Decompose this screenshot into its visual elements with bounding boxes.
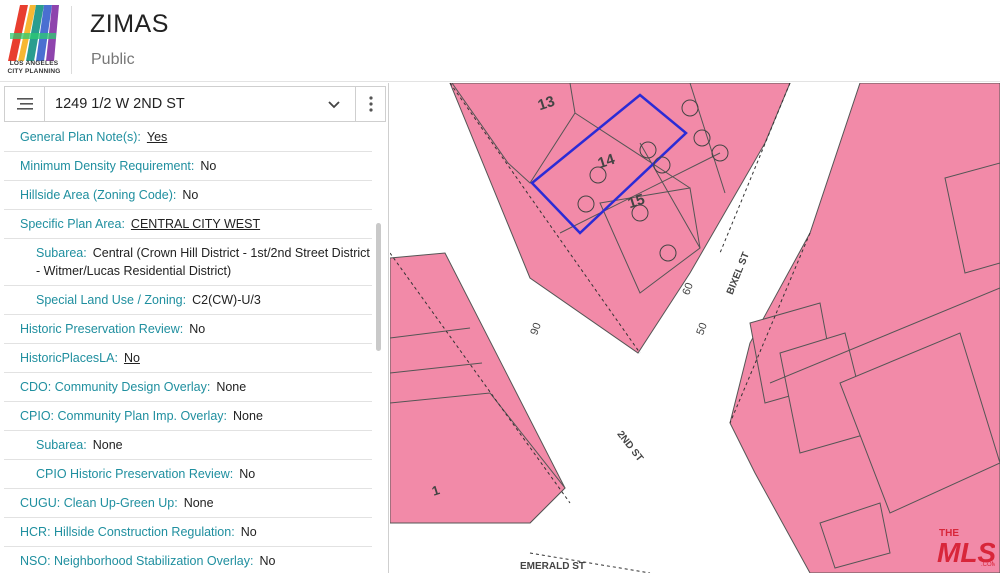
detail-value: None [183,496,214,510]
detail-value: No [240,525,257,539]
detail-label: Historic Preservation Review: [20,322,184,336]
detail-value: No [200,159,217,173]
details-list: General Plan Note(s): Yes Minimum Density … [4,123,372,573]
detail-row: CUGU: Clean Up-Green Up: None [4,489,372,518]
detail-row: Subarea: None [4,431,372,460]
detail-label: HistoricPlacesLA: [20,351,118,365]
detail-row: Minimum Density Requirement: No [4,152,372,181]
detail-label: HCR: Hillside Construction Regulation: [20,525,235,539]
detail-label: Minimum Density Requirement: [20,159,195,173]
la-logo-icon [6,3,60,61]
hamburger-icon [16,98,33,110]
detail-row: NSO: Neighborhood Stabilization Overlay:… [4,547,372,573]
detail-label: Subarea: [36,246,87,260]
detail-value: None [92,438,123,452]
app-header: LOS ANGELES CITY PLANNING ZIMAS Public [0,0,1000,82]
detail-row: HistoricPlacesLA: No [4,344,372,373]
menu-button[interactable] [5,87,45,121]
detail-label: Specific Plan Area: [20,217,125,231]
detail-row: Subarea: Central (Crown Hill District - 1… [4,239,372,286]
detail-value-link[interactable]: No [124,351,140,365]
detail-row: HCR: Hillside Construction Regulation: No [4,518,372,547]
panel-scrollbar[interactable] [376,223,381,351]
detail-row: Special Land Use / Zoning: C2(CW)-U/3 [4,286,372,315]
parcel-details-panel: 1249 1/2 W 2ND ST General Plan Note(s): Y… [0,83,389,573]
parcel-map[interactable]: 14 13 15 1 90 50 60 BIXEL ST 2ND ST EMER… [390,83,1000,573]
detail-row: Historic Preservation Review: No [4,315,372,344]
detail-value: C2(CW)-U/3 [192,293,261,307]
street-label-emerald: EMERALD ST [520,561,585,572]
address-value[interactable]: 1249 1/2 W 2ND ST [55,96,185,112]
detail-label: Subarea: [36,438,87,452]
header-divider [71,6,72,74]
detail-value: None [216,380,247,394]
detail-label: CDO: Community Design Overlay: [20,380,211,394]
detail-value: No [189,322,206,336]
detail-row: Hillside Area (Zoning Code): No [4,181,372,210]
chevron-down-icon[interactable] [325,95,343,113]
app-subtitle: Public [91,51,135,68]
mls-watermark-icon: THE MLS .COM [937,528,995,568]
more-options-button[interactable] [355,87,386,121]
city-planning-logo[interactable]: LOS ANGELES CITY PLANNING [4,3,62,77]
detail-row: CPIO Historic Preservation Review: No [4,460,372,489]
detail-value: No [182,188,199,202]
address-search-bar[interactable]: 1249 1/2 W 2ND ST [4,86,386,122]
detail-row: General Plan Note(s): Yes [4,123,372,152]
svg-text:.COM: .COM [981,562,995,568]
detail-label: Special Land Use / Zoning: [36,293,187,307]
detail-value: No [259,554,276,568]
detail-row: CPIO: Community Plan Imp. Overlay: None [4,402,372,431]
detail-label: CPIO: Community Plan Imp. Overlay: [20,409,228,423]
app-title: ZIMAS [90,10,169,38]
detail-label: CUGU: Clean Up-Green Up: [20,496,178,510]
detail-row: Specific Plan Area: CENTRAL CITY WEST [4,210,372,239]
detail-value-link[interactable]: CENTRAL CITY WEST [131,217,260,231]
detail-value: None [233,409,263,423]
detail-value: No [239,467,256,481]
detail-label: NSO: Neighborhood Stabilization Overlay: [20,554,254,568]
detail-label: General Plan Note(s): [20,130,141,144]
more-vertical-icon [369,96,373,112]
detail-label: CPIO Historic Preservation Review: [36,467,234,481]
detail-value-link[interactable]: Yes [147,130,167,144]
detail-label: Hillside Area (Zoning Code): [20,188,177,202]
parcel-lot-1 [390,392,566,524]
detail-row: CDO: Community Design Overlay: None [4,373,372,402]
logo-caption: LOS ANGELES CITY PLANNING [7,60,61,75]
